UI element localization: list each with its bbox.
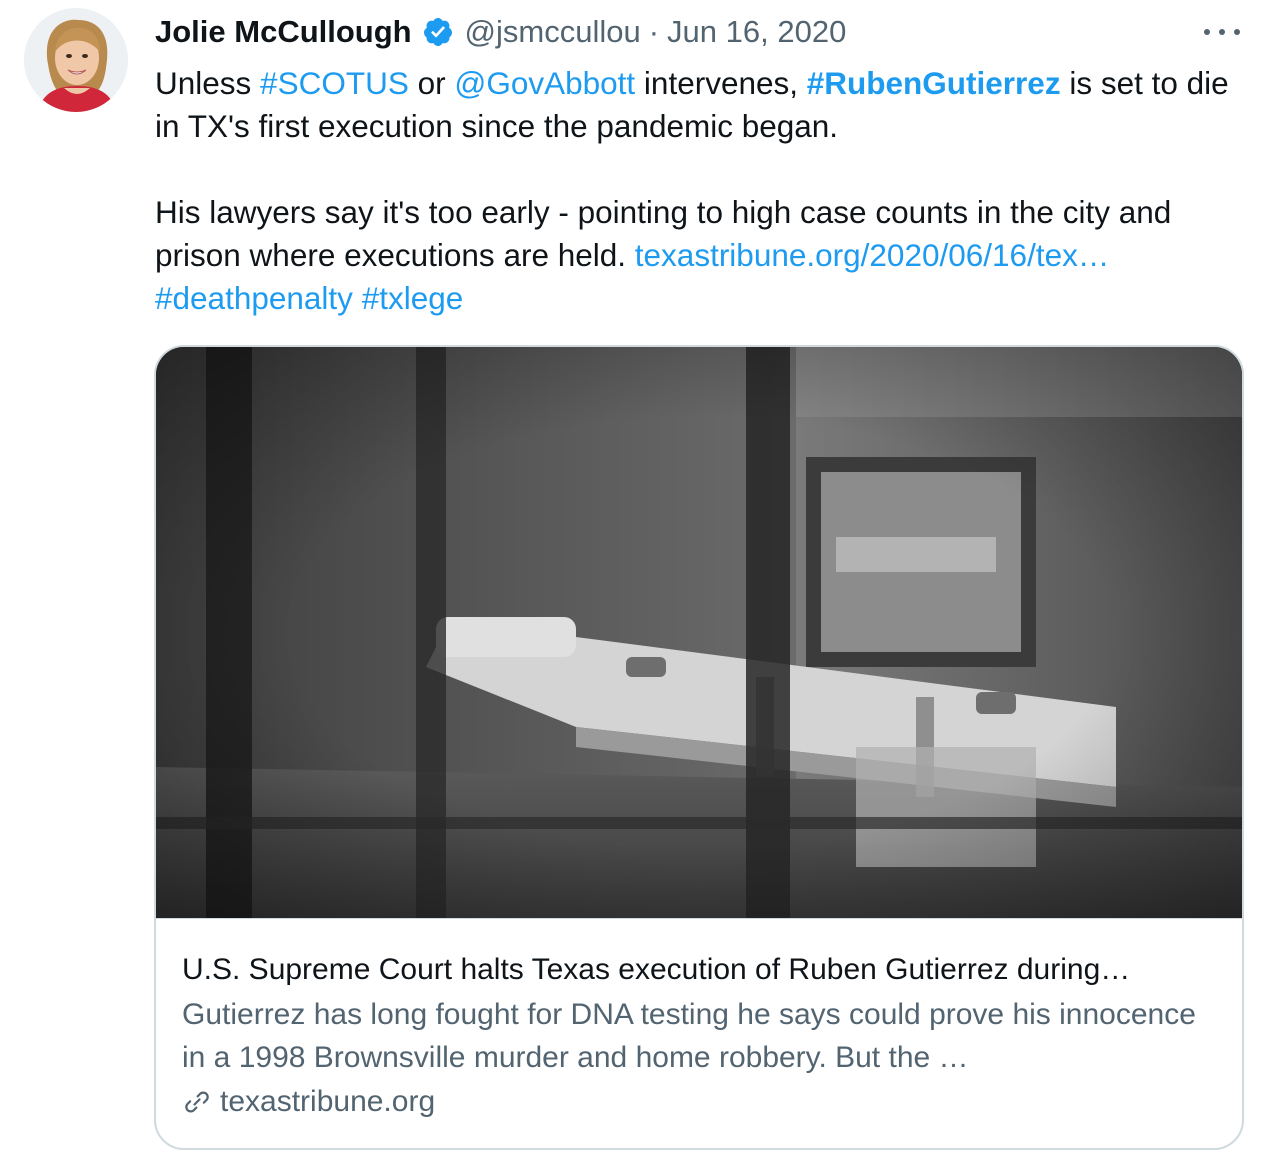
author-handle[interactable]: @jsmccullou <box>465 12 641 52</box>
more-options-icon[interactable] <box>1204 22 1240 42</box>
hashtag-deathpenalty[interactable]: #deathpenalty <box>155 280 353 316</box>
card-domain-text: texastribune.org <box>220 1085 436 1118</box>
more-dot <box>1234 29 1240 35</box>
more-dot <box>1204 29 1210 35</box>
article-url-link[interactable]: texastribune.org/2020/06/16/tex… <box>635 237 1110 273</box>
card-title[interactable]: U.S. Supreme Court halts Texas execution… <box>182 949 1216 991</box>
card-description: Gutierrez has long fought for DNA testin… <box>182 998 1196 1074</box>
separator-dot: · <box>648 14 660 49</box>
tweet-date[interactable]: Jun 16, 2020 <box>667 12 846 52</box>
hashtag-txlege[interactable]: #txlege <box>362 280 464 316</box>
hashtag-scotus[interactable]: #SCOTUS <box>260 65 409 101</box>
link-icon <box>185 1091 209 1113</box>
tweet-header: Jolie McCullough @jsmccullou · Jun 16, 202… <box>155 12 1235 52</box>
text-segment: Unless <box>155 65 261 101</box>
author-name[interactable]: Jolie McCullough <box>155 12 412 52</box>
mention-govabbott[interactable]: @GovAbbott <box>454 65 635 101</box>
card-domain[interactable]: texastribune.org <box>182 1081 1216 1123</box>
card-image[interactable] <box>156 347 1242 918</box>
text-segment: or <box>408 65 455 101</box>
more-dot <box>1219 29 1225 35</box>
tweet-paragraph-2: His lawyers say it's too early - pointin… <box>155 191 1255 320</box>
link-preview-card[interactable]: U.S. Supreme Court halts Texas execution… <box>154 345 1244 1150</box>
tweet-paragraph-1: Unless #SCOTUS or @GovAbbott intervenes,… <box>155 62 1255 148</box>
tweet-text: Unless #SCOTUS or @GovAbbott intervenes,… <box>155 62 1255 320</box>
avatar-photo <box>24 8 128 112</box>
verified-badge-icon <box>424 18 453 46</box>
card-body: U.S. Supreme Court halts Texas execution… <box>156 919 1242 1123</box>
author-avatar[interactable] <box>24 8 128 112</box>
execution-chamber-photo <box>156 347 1242 918</box>
text-segment: intervenes, <box>635 65 807 101</box>
hashtag-rubengutierrez[interactable]: #RubenGutierrez <box>807 65 1061 101</box>
